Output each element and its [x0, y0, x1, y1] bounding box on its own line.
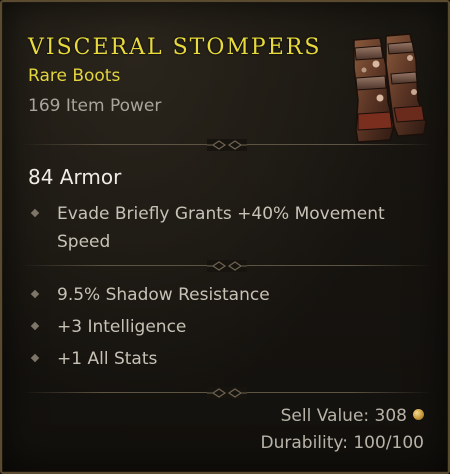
affix-row: +3 Intelligence [28, 313, 417, 341]
affix-text: +1 All Stats [57, 349, 158, 369]
affix-text: Evade Briefly Grants +40% Movement Speed [57, 204, 385, 252]
section-divider [22, 139, 432, 151]
diamond-bullet-icon [30, 289, 40, 299]
sell-value: Sell Value: 308 [280, 406, 407, 426]
item-power: 169 Item Power [28, 96, 162, 116]
boots-icon [353, 33, 427, 143]
item-rarity: Rare Boots [28, 66, 121, 86]
divider-ornament-icon [207, 387, 247, 399]
affix-row: +1 All Stats [28, 345, 417, 373]
diamond-bullet-icon [30, 321, 40, 331]
diamond-bullet-icon [30, 353, 40, 363]
item-tooltip: VISCERAL STOMPERS Rare Boots 169 Item Po… [0, 0, 450, 474]
armor-value: 84 Armor [28, 165, 122, 189]
durability: Durability: 100/100 [260, 433, 424, 453]
affix-text: 9.5% Shadow Resistance [57, 285, 270, 305]
gold-coin-icon [413, 409, 424, 420]
divider-ornament-icon [207, 260, 247, 272]
diamond-bullet-icon [30, 208, 40, 218]
affix-text: +3 Intelligence [57, 317, 187, 337]
implicit-affix: Evade Briefly Grants +40% Movement Speed [28, 200, 417, 256]
divider-ornament-icon [207, 139, 247, 151]
affix-row: 9.5% Shadow Resistance [28, 281, 417, 309]
item-name: VISCERAL STOMPERS [28, 35, 322, 60]
section-divider [22, 260, 432, 272]
sell-value-row: Sell Value: 308 [281, 406, 424, 426]
section-divider [22, 387, 432, 399]
